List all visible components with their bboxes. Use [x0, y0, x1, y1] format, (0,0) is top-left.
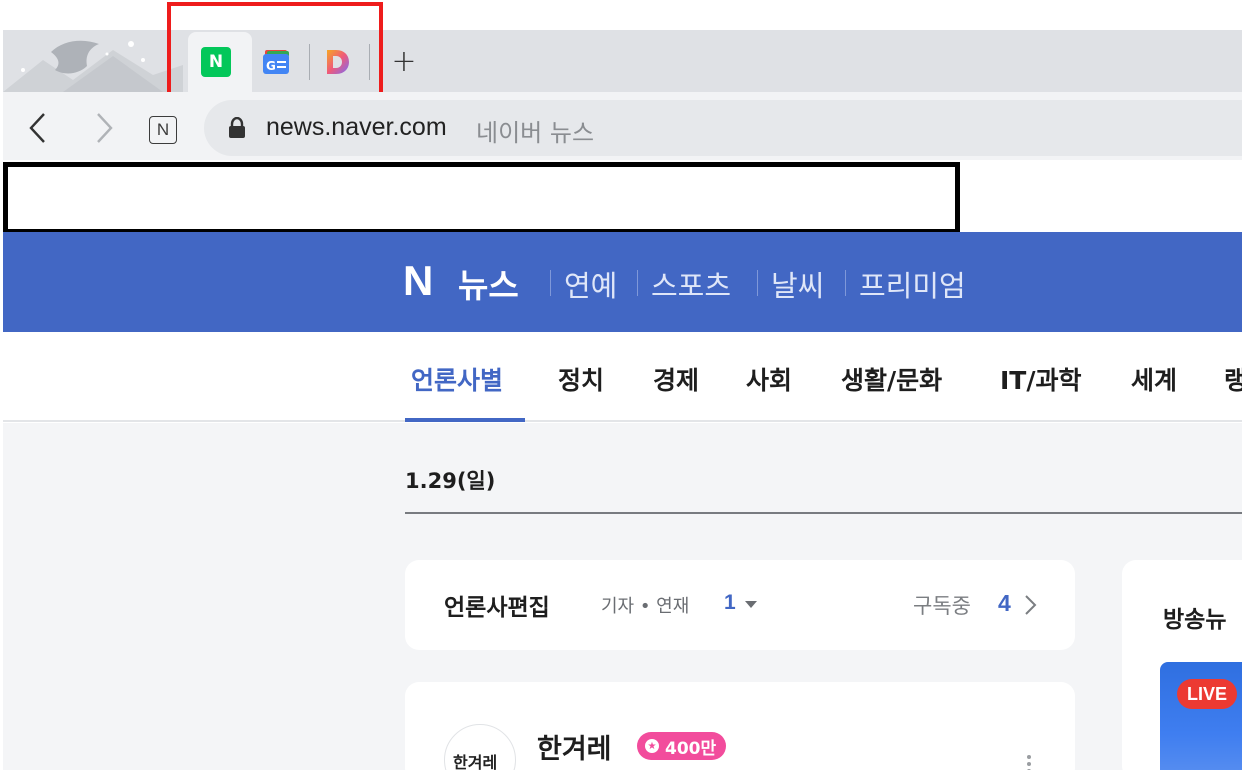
new-tab-button[interactable]: + [388, 44, 420, 79]
forward-button[interactable] [84, 108, 124, 148]
news-home-link[interactable]: 뉴스 [458, 259, 519, 307]
tab-society[interactable]: 사회 [746, 361, 792, 397]
date-label: 1.29(일) [405, 469, 496, 493]
header-separator [845, 270, 846, 296]
header-link-weather[interactable]: 날씨 [771, 263, 824, 305]
filter-label[interactable]: 기자 • 연재 [601, 592, 689, 618]
header-link-entertainment[interactable]: 연예 [564, 263, 617, 305]
header-link-premium[interactable]: 프리미엄 [859, 263, 966, 305]
naver-news-header [3, 232, 1242, 332]
press-logo-text: 한겨레 [453, 753, 498, 770]
subscriber-badge: ★ 400만 [637, 732, 727, 760]
highlight-box [167, 2, 383, 101]
tab-world[interactable]: 세계 [1131, 361, 1177, 397]
divider [405, 512, 1242, 514]
tab-economy[interactable]: 경제 [653, 361, 699, 397]
tab-politics[interactable]: 정치 [558, 361, 604, 397]
active-tab-indicator [405, 418, 525, 422]
url-host: news.naver.com [266, 113, 447, 141]
chevron-left-icon [29, 113, 45, 143]
annotation-box [3, 162, 960, 234]
header-separator [757, 270, 758, 296]
filter-count[interactable]: 1 [724, 591, 736, 615]
site-home-button[interactable]: N [143, 110, 183, 150]
naver-logo[interactable]: N [403, 257, 433, 305]
subscriber-count: 400만 [665, 738, 717, 759]
lock-icon [229, 117, 245, 138]
tab-it-science[interactable]: IT/과학 [1000, 361, 1082, 397]
browser-theme-art [3, 40, 183, 92]
header-separator [550, 270, 551, 296]
press-edit-title: 언론사편집 [444, 595, 550, 621]
more-options-icon[interactable] [1026, 754, 1032, 770]
broadcast-title: 방송뉴 [1163, 607, 1227, 633]
subscribed-count[interactable]: 4 [998, 590, 1011, 617]
tab-by-press[interactable]: 언론사별 [411, 361, 503, 397]
tab-ranking[interactable]: 랭 [1224, 361, 1242, 397]
star-icon: ★ [645, 739, 659, 753]
press-name[interactable]: 한겨레 [537, 727, 612, 766]
naver-square-icon: N [149, 116, 177, 144]
header-separator [637, 270, 638, 296]
caret-down-icon[interactable] [745, 601, 757, 608]
tab-life-culture[interactable]: 생활/문화 [841, 361, 942, 397]
chevron-right-icon[interactable] [1020, 594, 1040, 616]
back-button[interactable] [18, 108, 58, 148]
header-link-sports[interactable]: 스포츠 [651, 263, 731, 305]
live-badge: LIVE [1177, 679, 1238, 709]
subscribed-label[interactable]: 구독중 [913, 590, 971, 620]
url-page-title: 네이버 뉴스 [476, 119, 595, 147]
chevron-right-icon [97, 113, 113, 143]
